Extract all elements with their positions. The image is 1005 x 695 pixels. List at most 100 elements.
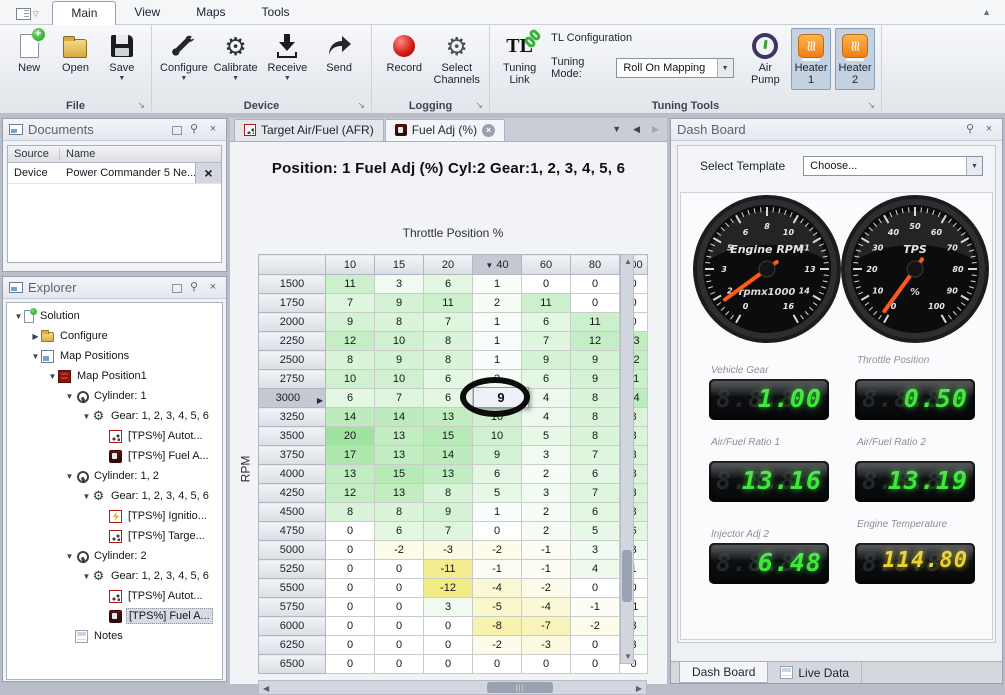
map-cell[interactable]: 13 — [424, 408, 473, 427]
map-cell[interactable]: 14 — [424, 446, 473, 465]
map-cell[interactable]: 0 — [326, 579, 375, 598]
tree-item[interactable]: ▼⚙Gear: 1, 2, 3, 4, 5, 6 — [7, 566, 222, 586]
map-cell[interactable]: 1 — [473, 275, 522, 294]
map-cell[interactable]: 13 — [375, 484, 424, 503]
map-cell[interactable]: 8 — [571, 427, 620, 446]
map-cell[interactable]: 4 — [571, 560, 620, 579]
map-cell[interactable]: 10 — [473, 427, 522, 446]
tree-expand-open-icon[interactable]: ▼ — [30, 352, 41, 361]
map-cell[interactable]: 17 — [326, 446, 375, 465]
row-header-5000[interactable]: 5000 — [259, 541, 326, 560]
air-pump-button[interactable]: Air Pump — [744, 28, 788, 90]
vertical-scroll-thumb[interactable] — [622, 550, 632, 602]
scroll-down-icon[interactable]: ▼ — [624, 652, 632, 661]
map-cell[interactable]: 9 — [326, 313, 375, 332]
tree-item[interactable]: ▼Cylinder: 1 — [7, 386, 222, 406]
send-button[interactable]: Send — [313, 28, 365, 90]
map-cell[interactable]: 0 — [424, 617, 473, 636]
receive-button[interactable]: Receive ▼ — [262, 28, 314, 90]
tree-expand-open-icon[interactable]: ▼ — [64, 472, 75, 481]
row-header-5750[interactable]: 5750 — [259, 598, 326, 617]
close-icon[interactable]: × — [206, 123, 220, 137]
map-cell[interactable]: 1 — [473, 351, 522, 370]
tree-item[interactable]: ▼⚙Gear: 1, 2, 3, 4, 5, 6 — [7, 406, 222, 426]
column-header-15[interactable]: 15 — [375, 255, 424, 275]
row-header-1500[interactable]: 1500 — [259, 275, 326, 294]
row-header-1750[interactable]: 1750 — [259, 294, 326, 313]
tuning-mode-select[interactable]: Roll On Mapping ▼ — [616, 58, 733, 78]
map-cell[interactable]: 8 — [326, 351, 375, 370]
map-cell[interactable]: 6 — [424, 370, 473, 389]
row-header-4000[interactable]: 4000 — [259, 465, 326, 484]
map-cell[interactable]: 11 — [326, 275, 375, 294]
map-cell[interactable]: -1 — [522, 560, 571, 579]
maximize-icon[interactable] — [172, 126, 182, 135]
map-cell[interactable]: -4 — [522, 598, 571, 617]
map-cell[interactable]: 3 — [522, 446, 571, 465]
map-cell[interactable]: 2 — [522, 465, 571, 484]
map-cell[interactable]: 13 — [375, 427, 424, 446]
map-cell[interactable]: -1 — [571, 598, 620, 617]
map-cell[interactable]: 15 — [375, 465, 424, 484]
map-cell[interactable]: 0 — [473, 522, 522, 541]
tree-expand-closed-icon[interactable]: ▶ — [30, 332, 41, 341]
configure-button[interactable]: Configure ▼ — [158, 28, 210, 90]
row-header-3750[interactable]: 3750 — [259, 446, 326, 465]
column-header-60[interactable]: 60 — [522, 255, 571, 275]
map-cell[interactable]: 9 — [473, 446, 522, 465]
vertical-scrollbar[interactable]: ▲ ▼ — [620, 254, 634, 664]
column-header-10[interactable]: 10 — [326, 255, 375, 275]
tab-list-dropdown-icon[interactable]: ▼ — [612, 124, 621, 135]
tree-expand-open-icon[interactable]: ▼ — [64, 392, 75, 401]
tree-item[interactable]: ▼Solution — [7, 306, 222, 326]
map-cell[interactable]: -2 — [473, 541, 522, 560]
menu-tab-view[interactable]: View — [116, 1, 178, 24]
row-header-3250[interactable]: 3250 — [259, 408, 326, 427]
map-cell[interactable]: 8 — [375, 503, 424, 522]
map-cell[interactable]: 0 — [571, 294, 620, 313]
row-header-4500[interactable]: 4500 — [259, 503, 326, 522]
menu-tab-tools[interactable]: Tools — [244, 1, 308, 24]
map-cell[interactable]: 14 — [375, 408, 424, 427]
row-header-6000[interactable]: 6000 — [259, 617, 326, 636]
map-cell[interactable]: -1 — [522, 541, 571, 560]
tree-item[interactable]: ▼⚙Gear: 1, 2, 3, 4, 5, 6 — [7, 486, 222, 506]
dialog-launcher-icon[interactable]: ↘ — [137, 100, 145, 111]
map-cell[interactable]: 3 — [375, 275, 424, 294]
map-cell[interactable]: 11 — [522, 294, 571, 313]
tree-expand-open-icon[interactable]: ▼ — [81, 572, 92, 581]
row-header-5250[interactable]: 5250 — [259, 560, 326, 579]
horizontal-scrollbar[interactable]: ◀ ||| ▶ — [258, 680, 647, 695]
map-cell[interactable]: 6 — [571, 503, 620, 522]
record-button[interactable]: Record — [378, 28, 430, 90]
map-cell[interactable]: 1 — [473, 332, 522, 351]
template-select[interactable]: Choose... ▼ — [803, 156, 983, 176]
column-header-20[interactable]: 20 — [424, 255, 473, 275]
map-cell[interactable]: 8 — [424, 351, 473, 370]
row-header-4750[interactable]: 4750 — [259, 522, 326, 541]
map-cell[interactable]: -8 — [473, 617, 522, 636]
tree-item[interactable]: [TPS%] Ignitio... — [7, 506, 222, 526]
map-cell[interactable]: 7 — [571, 446, 620, 465]
map-cell[interactable]: 7 — [424, 313, 473, 332]
map-cell[interactable]: -5 — [473, 598, 522, 617]
tree-expand-open-icon[interactable]: ▼ — [47, 372, 58, 381]
map-cell[interactable]: -2 — [375, 541, 424, 560]
document-row[interactable]: Device Power Commander 5 Ne... × — [8, 163, 221, 184]
map-cell[interactable]: 9 — [375, 351, 424, 370]
scroll-tabs-right-icon[interactable]: ▶ — [652, 124, 659, 135]
map-cell[interactable]: -12 — [424, 579, 473, 598]
map-cell[interactable]: 15 — [424, 427, 473, 446]
map-cell[interactable]: 0 — [522, 655, 571, 674]
map-cell[interactable]: -2 — [473, 636, 522, 655]
scroll-up-icon[interactable]: ▲ — [624, 257, 632, 266]
tab-dash-board[interactable]: Dash Board — [679, 662, 768, 683]
map-cell[interactable]: 2 — [522, 522, 571, 541]
row-header-4250[interactable]: 4250 — [259, 484, 326, 503]
tree-item[interactable]: [TPS%] Fuel A... — [7, 446, 222, 466]
dialog-launcher-icon[interactable]: ↘ — [867, 100, 875, 111]
tab-target-air-fuel[interactable]: Target Air/Fuel (AFR) — [234, 119, 384, 141]
tree-item[interactable]: Notes — [7, 626, 222, 646]
tree-item[interactable]: [TPS%] Targe... — [7, 526, 222, 546]
scroll-right-icon[interactable]: ▶ — [636, 684, 642, 693]
